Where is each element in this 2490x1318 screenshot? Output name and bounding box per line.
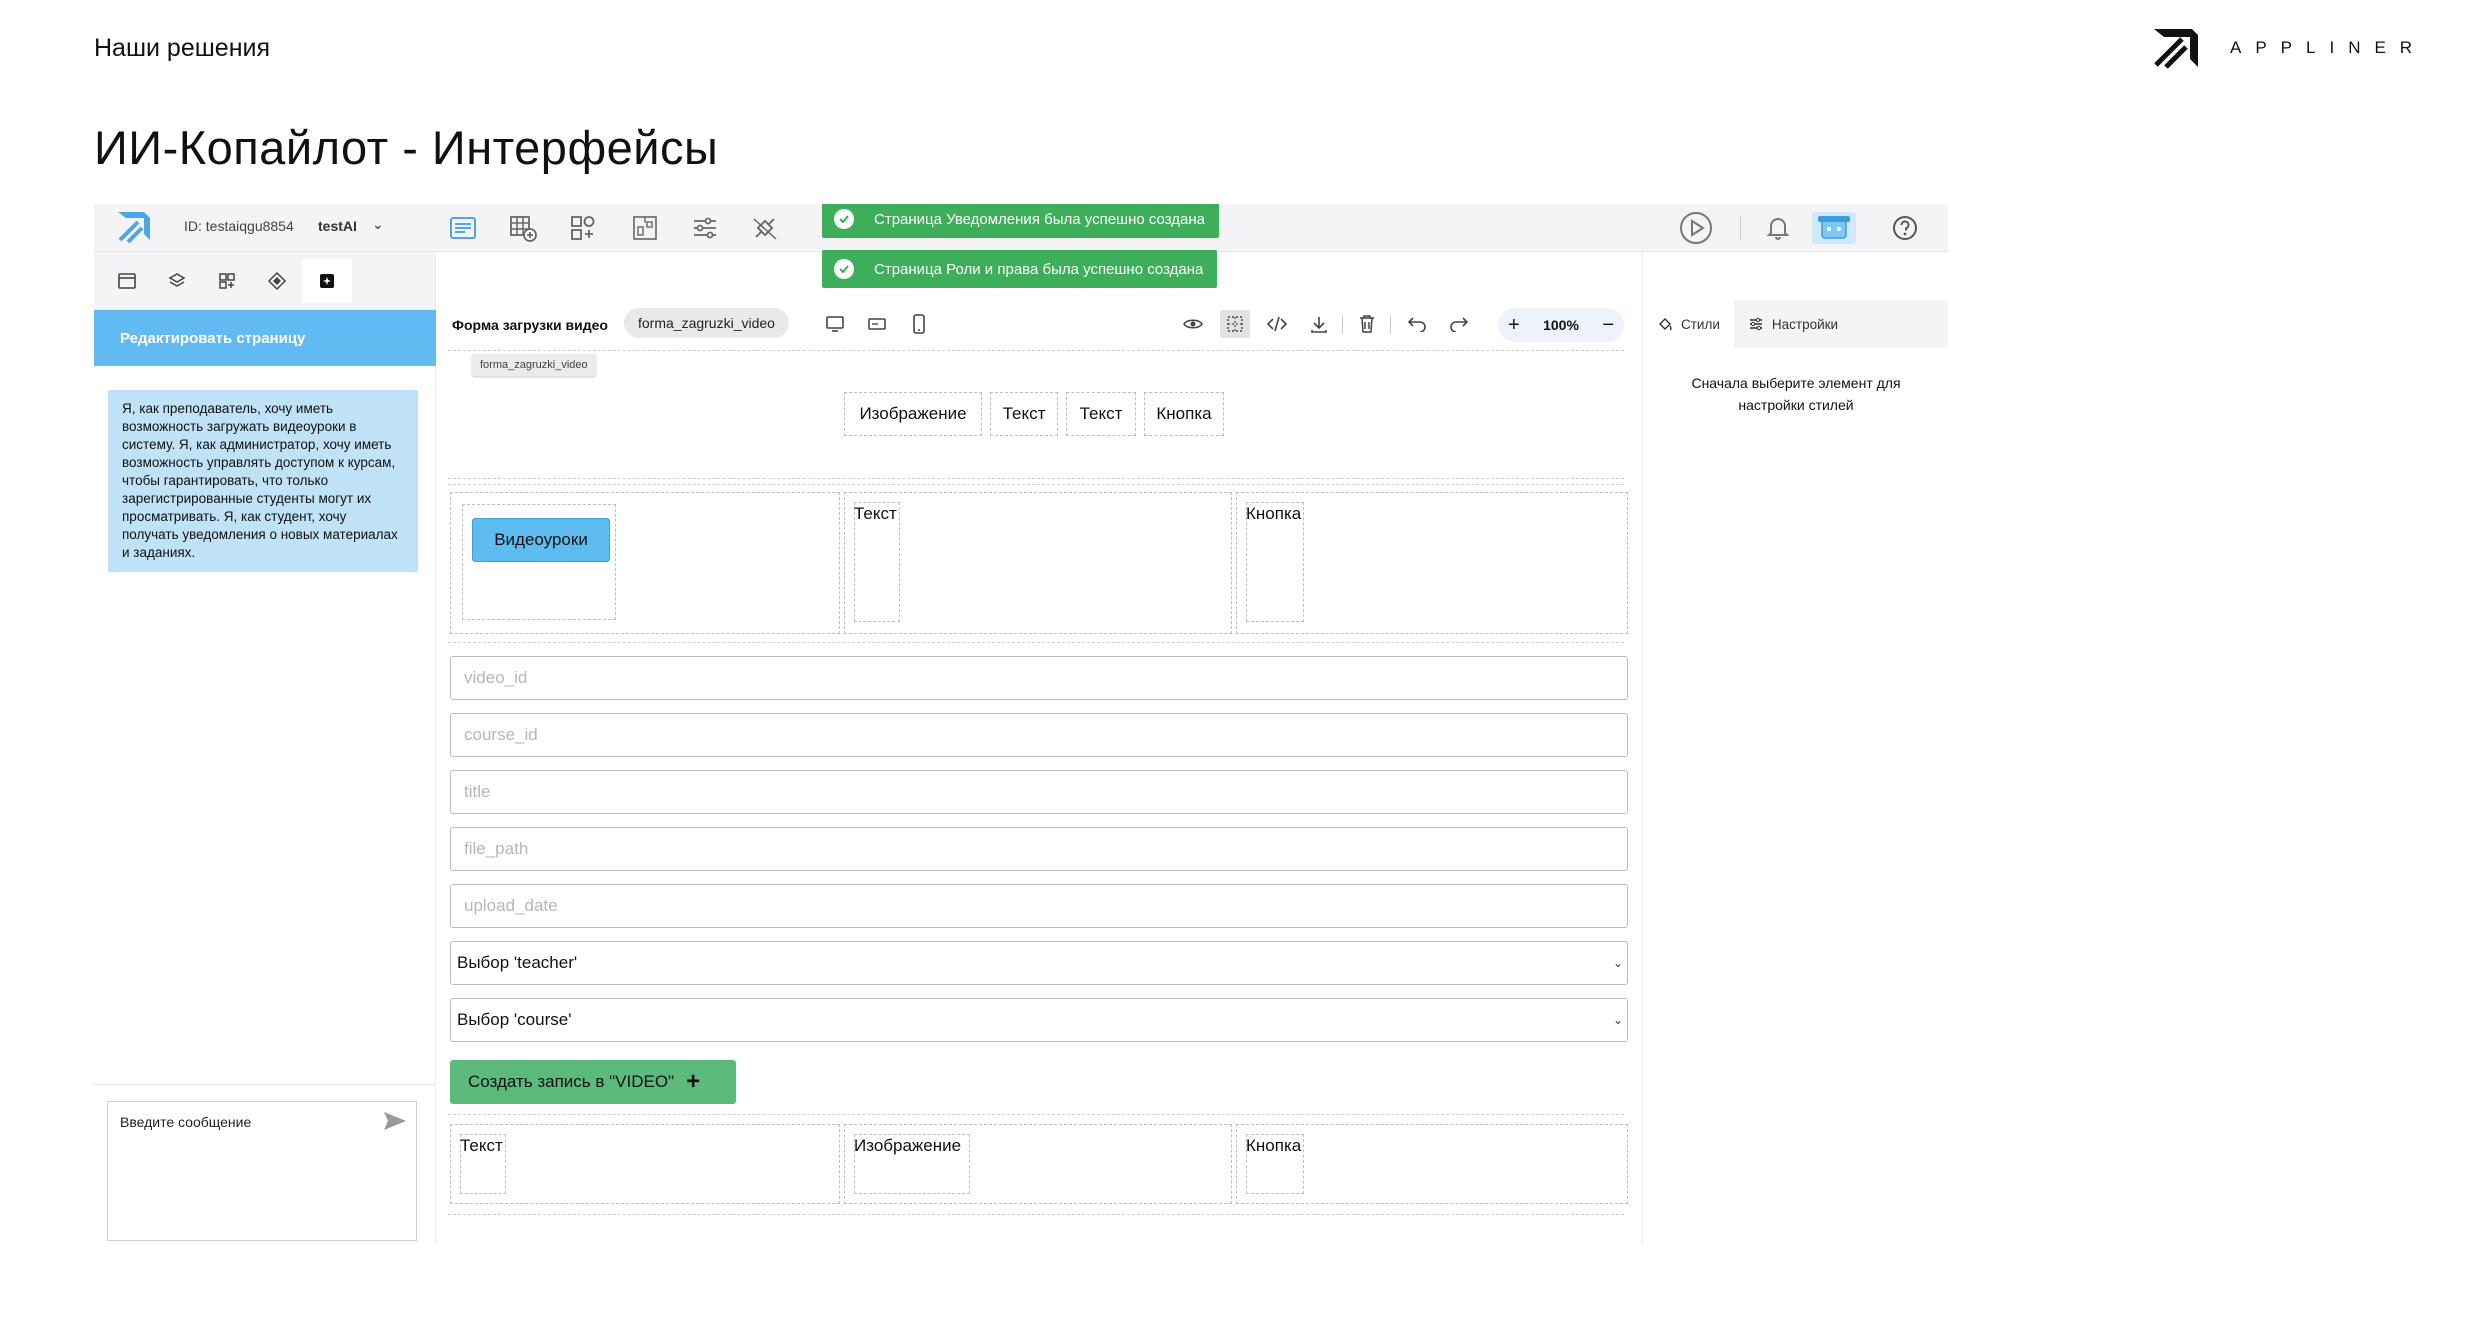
table-add-icon[interactable] (506, 212, 540, 244)
row1-text-label[interactable]: Текст (854, 504, 897, 524)
title-input[interactable]: title (450, 770, 1628, 814)
settings-sliders-icon[interactable] (688, 212, 722, 244)
mobile-view-icon[interactable] (904, 310, 934, 338)
layers-tab-icon[interactable] (152, 259, 202, 303)
check-icon (834, 259, 854, 279)
check-icon (834, 209, 854, 229)
toast-text: Страница Уведомления была успешно создан… (874, 210, 1205, 228)
help-icon[interactable] (1892, 210, 1918, 246)
app-window: ID: testaiqgu8854 testAI ⌄ Страница Увед… (94, 204, 1948, 1244)
bell-icon[interactable] (1766, 210, 1790, 246)
header-button-chip[interactable]: Кнопка (1144, 392, 1224, 436)
footer-cell-left (450, 1124, 840, 1204)
video-lessons-button[interactable]: Видеоуроки (472, 518, 610, 562)
footer-button-label[interactable]: Кнопка (1246, 1136, 1301, 1156)
ai-assistant-tab-icon[interactable] (302, 258, 352, 303)
slug-tooltip: forma_zagruzki_video (472, 354, 596, 376)
brand-text: APPLINER (2230, 38, 2427, 57)
undo-icon[interactable] (1402, 310, 1432, 338)
chevron-down-icon[interactable]: ⌄ (372, 216, 384, 233)
right-panel: Стили Настройки Сначала выберите элемент… (1642, 252, 1948, 1244)
course-id-input[interactable]: course_id (450, 713, 1628, 757)
course-select-value: Выбор 'course' (457, 1010, 572, 1029)
toast-success: Страница Уведомления была успешно создан… (822, 204, 1219, 238)
components-icon[interactable] (566, 212, 600, 244)
teacher-select[interactable]: Выбор 'teacher' ⌄ (450, 941, 1628, 985)
footer-text-label[interactable]: Текст (460, 1136, 503, 1156)
paint-bucket-icon (1659, 318, 1672, 331)
row1-button-label[interactable]: Кнопка (1246, 504, 1301, 524)
preview-play-icon[interactable] (1678, 210, 1714, 246)
sliders-icon (1749, 317, 1762, 331)
toast-text: Страница Роли и права была успешно созда… (874, 260, 1204, 278)
blocks-tab-icon[interactable] (202, 259, 252, 303)
plugin-icon[interactable] (748, 212, 782, 244)
canvas-toolbar: Форма загрузки видео forma_zagruzki_vide… (436, 300, 1642, 348)
brand-logo: APPLINER (2152, 26, 2426, 70)
toast-success: Страница Роли и права была успешно созда… (822, 250, 1218, 288)
zoom-out-icon[interactable]: − (1602, 314, 1614, 337)
app-logo-icon[interactable] (116, 210, 152, 249)
tab-styles[interactable]: Стили (1643, 300, 1734, 348)
user-story-message: Я, как преподаватель, хочу иметь возможн… (108, 390, 418, 572)
form-title: Форма загрузки видео (452, 317, 608, 333)
styles-tab-icon[interactable] (252, 259, 302, 303)
video-id-input[interactable]: video_id (450, 656, 1628, 700)
account-id: ID: testaiqgu8854 (184, 218, 294, 234)
tablet-view-icon[interactable] (862, 310, 892, 338)
plus-icon: + (686, 1068, 701, 1095)
header-text-chip[interactable]: Текст (990, 392, 1058, 436)
appliner-logo-icon (2154, 29, 2198, 69)
form-slug-badge[interactable]: forma_zagruzki_video (624, 308, 789, 338)
slide-kicker: Наши решения (94, 34, 271, 62)
course-select[interactable]: Выбор 'course' ⌄ (450, 998, 1628, 1042)
grid-outline-icon[interactable] (1220, 310, 1250, 338)
edit-page-button[interactable]: Редактировать страницу (94, 310, 436, 366)
create-video-record-button[interactable]: Создать запись в "VIDEO" + (450, 1060, 736, 1104)
canvas: Форма загрузки видео forma_zagruzki_vide… (436, 252, 1642, 1244)
left-panel: Редактировать страницу Я, как преподават… (94, 252, 436, 1244)
row1-cell-middle (844, 492, 1232, 634)
message-placeholder: Введите сообщение (120, 1114, 252, 1130)
tab-settings[interactable]: Настройки (1734, 300, 1852, 348)
zoom-in-icon[interactable]: + (1508, 314, 1520, 337)
header-text-chip[interactable]: Текст (1066, 392, 1136, 436)
schema-icon[interactable] (628, 212, 662, 244)
zoom-control: + 100% − (1498, 308, 1624, 342)
code-icon[interactable] (1262, 310, 1292, 338)
tab-styles-label: Стили (1681, 316, 1720, 332)
chevron-down-icon: ⌄ (1612, 1013, 1623, 1027)
slide-title: ИИ-Копайлот - Интерфейсы (94, 121, 719, 174)
header-image-chip[interactable]: Изображение (844, 392, 982, 436)
styles-hint: Сначала выберите элемент для настройки с… (1691, 375, 1901, 413)
create-button-label: Создать запись в "VIDEO" (468, 1072, 675, 1091)
eye-icon[interactable] (1178, 310, 1208, 338)
tab-settings-label: Настройки (1771, 316, 1839, 332)
desktop-view-icon[interactable] (820, 310, 850, 338)
divider (94, 1084, 436, 1085)
pages-tab-icon[interactable] (102, 259, 152, 303)
upload-date-input[interactable]: upload_date (450, 884, 1628, 928)
message-input[interactable]: Введите сообщение (107, 1101, 417, 1241)
left-tabs (94, 252, 435, 310)
right-tabs: Стили Настройки (1643, 300, 1948, 348)
redo-icon[interactable] (1444, 310, 1474, 338)
account-name[interactable]: testAI (318, 218, 357, 234)
file-path-input[interactable]: file_path (450, 827, 1628, 871)
teacher-select-value: Выбор 'teacher' (457, 953, 578, 972)
zoom-level: 100% (1543, 317, 1579, 333)
assistant-avatar-icon[interactable] (1812, 212, 1856, 244)
trash-icon[interactable] (1352, 310, 1382, 338)
send-icon[interactable] (382, 1110, 408, 1137)
chevron-down-icon: ⌄ (1612, 956, 1623, 970)
top-bar: ID: testaiqgu8854 testAI ⌄ Страница Увед… (94, 204, 1948, 288)
form-builder-icon[interactable] (446, 212, 480, 244)
footer-image-label[interactable]: Изображение (854, 1136, 961, 1156)
download-icon[interactable] (1304, 310, 1334, 338)
